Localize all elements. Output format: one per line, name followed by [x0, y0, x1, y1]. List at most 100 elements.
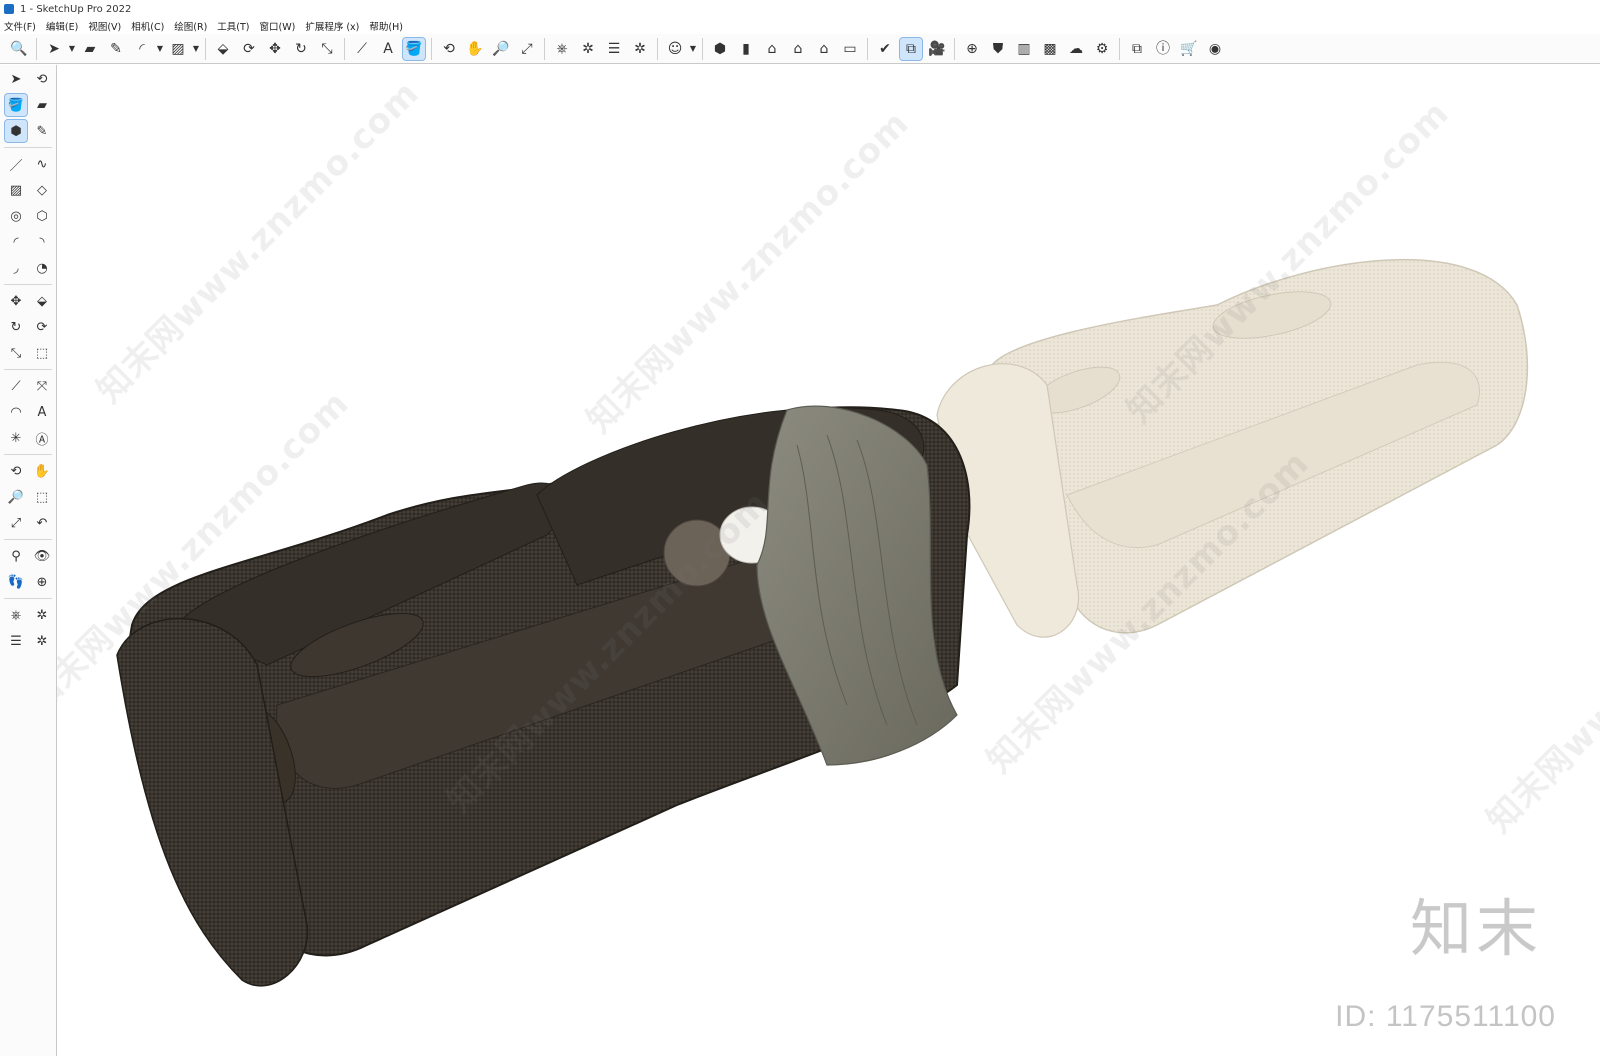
eraser-icon[interactable]: ▰ — [31, 94, 53, 116]
paint-bucket-icon[interactable]: 🪣 — [402, 36, 426, 61]
arc-icon[interactable]: ◜ — [5, 231, 27, 253]
cloud-icon[interactable]: ☁ — [1065, 38, 1087, 60]
chart-icon[interactable]: ▥ — [1013, 38, 1035, 60]
shield-icon[interactable]: ⛊ — [987, 38, 1009, 60]
menu-item[interactable]: 工具(T) — [213, 19, 255, 33]
component-icon[interactable]: ⬢ — [4, 119, 28, 143]
extension-icon[interactable]: ✲ — [31, 604, 53, 626]
push-pull-icon[interactable]: ⬙ — [212, 38, 234, 60]
pan-icon[interactable]: ✋ — [464, 38, 486, 60]
follow-me-icon[interactable]: ⟳ — [238, 38, 260, 60]
add-icon[interactable]: ⊕ — [961, 38, 983, 60]
checker-icon[interactable]: ▩ — [1039, 38, 1061, 60]
chevron-down-icon[interactable]: ▼ — [191, 44, 201, 53]
warehouse-icon[interactable]: ⎈ — [551, 38, 573, 60]
house-icon[interactable]: ⌂ — [787, 38, 809, 60]
section-icon[interactable]: ⧉ — [899, 36, 923, 61]
layers-icon[interactable]: ☰ — [5, 630, 27, 652]
zoom-window-icon[interactable]: ⬚ — [31, 486, 53, 508]
settings-icon[interactable]: ⚙ — [1091, 38, 1113, 60]
offset-icon[interactable]: ⬚ — [31, 342, 53, 364]
follow-me-icon[interactable]: ⟳ — [31, 316, 53, 338]
move-icon[interactable]: ✥ — [264, 38, 286, 60]
position-camera-icon[interactable]: ⚲ — [5, 545, 27, 567]
push-pull-icon[interactable]: ⬙ — [31, 290, 53, 312]
scale-icon[interactable]: ⤡ — [316, 38, 338, 60]
paint-bucket-icon[interactable]: 🪣 — [4, 93, 28, 117]
box-icon[interactable]: ▭ — [839, 38, 861, 60]
rotate-icon[interactable]: ↻ — [290, 38, 312, 60]
orbit-icon[interactable]: ⟲ — [31, 68, 53, 90]
zoom-extents-icon[interactable]: ⤢ — [5, 512, 27, 534]
polygon-icon[interactable]: ⬡ — [31, 205, 53, 227]
select-icon[interactable]: ➤ — [43, 38, 65, 60]
sandbox-icon[interactable]: ✲ — [31, 630, 53, 652]
line-icon[interactable]: ／ — [5, 153, 27, 175]
menu-item[interactable]: 编辑(E) — [42, 19, 84, 33]
orbit-icon[interactable]: ⟲ — [438, 38, 460, 60]
text-icon[interactable]: A — [377, 38, 399, 60]
account-icon[interactable]: ☺ — [664, 38, 686, 60]
window-icon[interactable]: ⧉ — [1126, 38, 1148, 60]
menu-item[interactable]: 相机(C) — [127, 19, 170, 33]
scale-icon[interactable]: ⤡ — [5, 342, 27, 364]
layers-icon[interactable]: ☰ — [603, 38, 625, 60]
orbit-icon[interactable]: ⟲ — [5, 460, 27, 482]
text-icon[interactable]: A — [31, 401, 53, 423]
pan-icon[interactable]: ✋ — [31, 460, 53, 482]
rotate-icon[interactable]: ↻ — [5, 316, 27, 338]
info-icon[interactable]: ⓘ — [1152, 38, 1174, 60]
arc-icon[interactable]: ◜ — [131, 38, 153, 60]
freehand-icon[interactable]: ∿ — [31, 153, 53, 175]
rotated-rect-icon[interactable]: ◇ — [31, 179, 53, 201]
menu-item[interactable]: 帮助(H) — [365, 19, 409, 33]
zoom-icon[interactable]: 🔎 — [5, 486, 27, 508]
outline-house-icon[interactable]: ⌂ — [813, 38, 835, 60]
menu-item[interactable]: 扩展程序 (x) — [301, 19, 365, 33]
menu-item[interactable]: 视图(V) — [84, 19, 127, 33]
menu-item[interactable]: 窗口(W) — [256, 19, 302, 33]
zoom-icon[interactable]: 🔎 — [490, 38, 512, 60]
menu-item[interactable]: 文件(F) — [0, 19, 42, 33]
sandbox-icon[interactable]: ✲ — [629, 38, 651, 60]
protractor-icon[interactable]: ◠ — [5, 401, 27, 423]
walk-icon[interactable]: 👣 — [5, 571, 27, 593]
arc3-icon[interactable]: ◞ — [5, 257, 27, 279]
search-icon[interactable]: 🔍 — [8, 38, 30, 60]
camera-icon[interactable]: 🎥 — [926, 38, 948, 60]
dimension-icon[interactable]: ⤧ — [31, 375, 53, 397]
section-plane-icon[interactable]: ⊕ — [31, 571, 53, 593]
rectangle-icon[interactable]: ▨ — [167, 38, 189, 60]
chevron-down-icon[interactable]: ▼ — [155, 44, 165, 53]
tape-measure-icon[interactable]: ⟋ — [351, 38, 373, 60]
rectangle-icon[interactable]: ▨ — [5, 179, 27, 201]
look-around-icon[interactable]: 👁 — [31, 545, 53, 567]
previous-view-icon[interactable]: ↶ — [31, 512, 53, 534]
3d-text-icon[interactable]: Ⓐ — [31, 427, 53, 449]
tape-icon[interactable]: ⟋ — [5, 375, 27, 397]
eraser-icon[interactable]: ▰ — [79, 38, 101, 60]
move-icon[interactable]: ✥ — [5, 290, 27, 312]
circle-icon[interactable]: ◎ — [5, 205, 27, 227]
cart-icon[interactable]: 🛒 — [1178, 38, 1200, 60]
pencil-icon[interactable]: ✎ — [105, 38, 127, 60]
select-icon[interactable]: ➤ — [5, 68, 27, 90]
left-toolbar-row: ⬢ ✎ — [0, 119, 56, 143]
pencil-icon[interactable]: ✎ — [31, 120, 53, 142]
warehouse-icon[interactable]: ⎈ — [5, 604, 27, 626]
arc2-icon[interactable]: ◝ — [31, 231, 53, 253]
zoom-extents-icon[interactable]: ⤢ — [516, 38, 538, 60]
chevron-down-icon[interactable]: ▼ — [688, 44, 698, 53]
profile-icon[interactable]: ◉ — [1204, 38, 1226, 60]
chevron-down-icon[interactable]: ▼ — [67, 44, 77, 53]
extension-icon[interactable]: ✲ — [577, 38, 599, 60]
axes-icon[interactable]: ✳ — [5, 427, 27, 449]
home-icon[interactable]: ⌂ — [761, 38, 783, 60]
model-viewport[interactable]: 知末网www.znzmo.com 知末网www.znzmo.com 知末网www… — [57, 65, 1600, 1056]
pie-icon[interactable]: ◔ — [31, 257, 53, 279]
front-view-icon[interactable]: ▮ — [735, 38, 757, 60]
style-icon[interactable]: ✔ — [874, 38, 896, 60]
menu-item[interactable]: 绘图(R) — [170, 19, 213, 33]
left-toolbar-row: ⟋ ⤧ — [0, 374, 56, 398]
iso-view-icon[interactable]: ⬢ — [709, 38, 731, 60]
